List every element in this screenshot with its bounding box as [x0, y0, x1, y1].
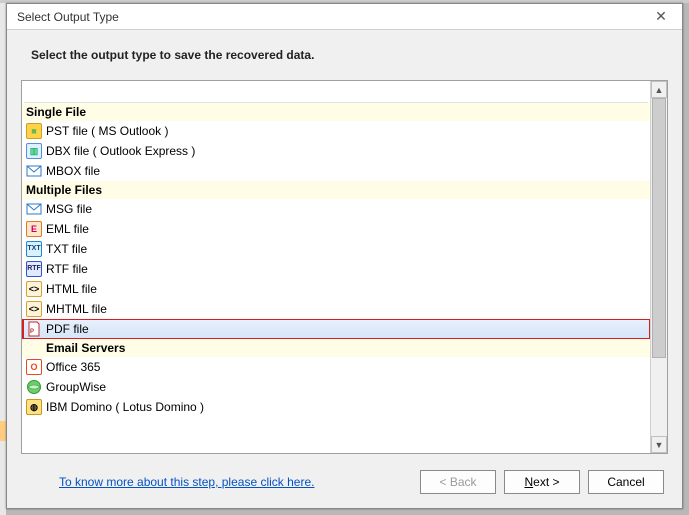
help-link[interactable]: To know more about this step, please cli…	[25, 475, 314, 489]
html-file-icon: <>	[26, 281, 42, 297]
scroll-up-button[interactable]: ▲	[651, 81, 667, 98]
option-txt[interactable]: TXT TXT file	[22, 239, 650, 259]
list-header-blank	[24, 83, 648, 103]
option-label: PST file ( MS Outlook )	[46, 124, 168, 138]
vertical-scrollbar[interactable]: ▲ ▼	[650, 81, 667, 453]
scroll-thumb[interactable]	[652, 98, 666, 358]
close-icon: ✕	[655, 8, 667, 25]
option-label: MHTML file	[46, 302, 107, 316]
option-mhtml[interactable]: <> MHTML file	[22, 299, 650, 319]
dialog-footer: To know more about this step, please cli…	[21, 454, 668, 498]
option-msg[interactable]: MSG file	[22, 199, 650, 219]
office365-icon: O	[26, 359, 42, 375]
group-single-file: Single File	[22, 103, 650, 121]
dialog-title: Select Output Type	[17, 10, 644, 24]
option-mbox[interactable]: MBOX file	[22, 161, 650, 181]
svg-text:P: P	[30, 329, 34, 335]
option-label: PDF file	[46, 322, 89, 336]
scroll-track[interactable]	[651, 98, 667, 436]
eml-file-icon: E	[26, 221, 42, 237]
group-multiple-files: Multiple Files	[22, 181, 650, 199]
option-groupwise[interactable]: GroupWise	[22, 377, 650, 397]
close-button[interactable]: ✕	[644, 7, 678, 27]
option-label: HTML file	[46, 282, 97, 296]
pst-file-icon: ■	[26, 123, 42, 139]
option-pdf[interactable]: P PDF file	[22, 319, 650, 339]
list-body: Single File ■ PST file ( MS Outlook ) ▥ …	[22, 81, 650, 453]
next-button[interactable]: Next >	[504, 470, 580, 494]
option-label: EML file	[46, 222, 89, 236]
mbox-file-icon	[26, 163, 42, 179]
dialog-content: Select the output type to save the recov…	[7, 30, 682, 508]
instruction-text: Select the output type to save the recov…	[21, 30, 668, 80]
option-label: MBOX file	[46, 164, 100, 178]
option-label: Office 365	[46, 360, 100, 374]
option-pst[interactable]: ■ PST file ( MS Outlook )	[22, 121, 650, 141]
next-button-label: Next >	[524, 475, 559, 489]
msg-file-icon	[26, 201, 42, 217]
mhtml-file-icon: <>	[26, 301, 42, 317]
pdf-file-icon: P	[26, 321, 42, 337]
rtf-file-icon: RTF	[26, 261, 42, 277]
chevron-up-icon: ▲	[655, 85, 664, 95]
option-dbx[interactable]: ▥ DBX file ( Outlook Express )	[22, 141, 650, 161]
option-label: DBX file ( Outlook Express )	[46, 144, 195, 158]
titlebar: Select Output Type ✕	[7, 4, 682, 30]
option-label: MSG file	[46, 202, 92, 216]
scroll-down-button[interactable]: ▼	[651, 436, 667, 453]
dialog-window: Select Output Type ✕ Select the output t…	[6, 3, 683, 509]
option-domino[interactable]: ◍ IBM Domino ( Lotus Domino )	[22, 397, 650, 417]
back-button[interactable]: < Back	[420, 470, 496, 494]
cancel-button[interactable]: Cancel	[588, 470, 664, 494]
option-label: GroupWise	[46, 380, 106, 394]
option-label: RTF file	[46, 262, 88, 276]
option-eml[interactable]: E EML file	[22, 219, 650, 239]
txt-file-icon: TXT	[26, 241, 42, 257]
option-label: IBM Domino ( Lotus Domino )	[46, 400, 204, 414]
group-email-servers: Email Servers	[22, 339, 650, 357]
option-rtf[interactable]: RTF RTF file	[22, 259, 650, 279]
domino-icon: ◍	[26, 399, 42, 415]
option-label: TXT file	[46, 242, 87, 256]
chevron-down-icon: ▼	[655, 440, 664, 450]
output-type-list: Single File ■ PST file ( MS Outlook ) ▥ …	[21, 80, 668, 454]
option-office365[interactable]: O Office 365	[22, 357, 650, 377]
option-html[interactable]: <> HTML file	[22, 279, 650, 299]
dbx-file-icon: ▥	[26, 143, 42, 159]
groupwise-icon	[26, 379, 42, 395]
